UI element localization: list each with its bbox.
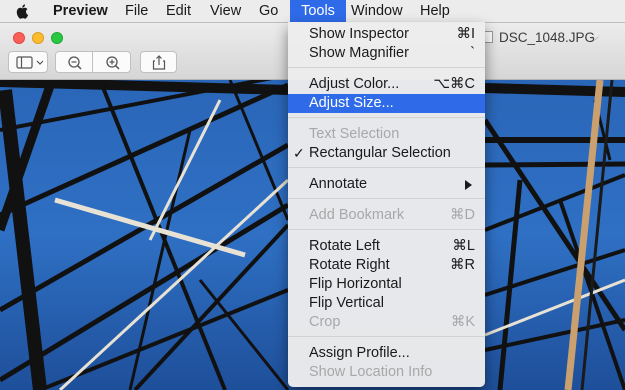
menu-item-label: Flip Vertical bbox=[309, 295, 384, 311]
menu-item-label: Adjust Size... bbox=[309, 95, 394, 111]
menu-item-show-inspector[interactable]: Show Inspector ⌘I bbox=[288, 25, 485, 44]
submenu-arrow-icon bbox=[465, 180, 472, 190]
menu-item-adjust-color[interactable]: Adjust Color... ⌥⌘C bbox=[288, 75, 485, 94]
chevron-down-icon[interactable]: ⌵ bbox=[592, 32, 599, 43]
menu-item-annotate[interactable]: Annotate bbox=[288, 175, 485, 194]
menu-item-label: Crop bbox=[309, 314, 341, 330]
menu-item-assign-profile[interactable]: Assign Profile... bbox=[288, 344, 485, 363]
menu-item-label: Adjust Color... bbox=[309, 76, 400, 92]
zoom-out-button[interactable] bbox=[55, 51, 93, 73]
menu-item-label: Add Bookmark bbox=[309, 207, 405, 223]
apple-logo-icon[interactable] bbox=[15, 3, 31, 19]
menu-item-shortcut: ⌘L bbox=[452, 238, 475, 254]
menu-item-text-selection: Text Selection bbox=[288, 125, 485, 144]
menu-go[interactable]: Go bbox=[251, 0, 286, 22]
menu-item-adjust-size[interactable]: Adjust Size... bbox=[288, 94, 485, 113]
menu-separator bbox=[288, 167, 485, 168]
menu-item-label: Show Inspector bbox=[309, 26, 409, 42]
checkmark-icon: ✓ bbox=[293, 145, 305, 161]
menu-item-label: Text Selection bbox=[309, 126, 400, 142]
menu-separator bbox=[288, 117, 485, 118]
menu-view[interactable]: View bbox=[202, 0, 249, 22]
menu-item-label: Annotate bbox=[309, 176, 368, 192]
share-icon bbox=[152, 55, 166, 70]
menu-item-label: Rotate Left bbox=[309, 238, 380, 254]
menu-item-shortcut: ⌥⌘C bbox=[433, 76, 475, 92]
menu-app-preview[interactable]: Preview bbox=[45, 0, 116, 22]
menu-item-show-location-info: Show Location Info bbox=[288, 363, 485, 382]
minimize-window-button[interactable] bbox=[32, 32, 44, 44]
menu-item-add-bookmark: Add Bookmark ⌘D bbox=[288, 206, 485, 225]
menu-item-flip-vertical[interactable]: Flip Vertical bbox=[288, 294, 485, 313]
menu-edit[interactable]: Edit bbox=[158, 0, 199, 22]
menu-item-rotate-left[interactable]: Rotate Left ⌘L bbox=[288, 237, 485, 256]
menu-tools[interactable]: Tools bbox=[290, 0, 346, 22]
menu-item-flip-horizontal[interactable]: Flip Horizontal bbox=[288, 275, 485, 294]
menu-window[interactable]: Window bbox=[343, 0, 411, 22]
menu-help[interactable]: Help bbox=[412, 0, 458, 22]
sidebar-view-button[interactable] bbox=[8, 51, 48, 73]
menu-separator bbox=[288, 67, 485, 68]
menu-item-rotate-right[interactable]: Rotate Right ⌘R bbox=[288, 256, 485, 275]
menu-bar: Preview File Edit View Go Tools Window H… bbox=[0, 0, 625, 23]
menu-item-label: Rotate Right bbox=[309, 257, 390, 273]
menu-separator bbox=[288, 336, 485, 337]
zoom-window-button[interactable] bbox=[51, 32, 63, 44]
menu-item-label: Rectangular Selection bbox=[309, 145, 451, 161]
menu-item-rectangular-selection[interactable]: ✓ Rectangular Selection bbox=[288, 144, 485, 163]
zoom-out-icon bbox=[68, 56, 82, 70]
menu-separator bbox=[288, 229, 485, 230]
menu-item-shortcut: ⌘D bbox=[450, 207, 475, 223]
menu-item-show-magnifier[interactable]: Show Magnifier ` bbox=[288, 44, 485, 63]
menu-item-shortcut: ⌘K bbox=[450, 314, 475, 330]
menu-item-shortcut: ⌘I bbox=[456, 26, 475, 42]
sidebar-icon bbox=[16, 56, 44, 69]
menu-item-shortcut: ⌘R bbox=[450, 257, 475, 273]
tools-menu: Show Inspector ⌘I Show Magnifier ` Adjus… bbox=[288, 22, 485, 387]
menu-separator bbox=[288, 198, 485, 199]
share-button[interactable] bbox=[140, 51, 177, 73]
zoom-in-button[interactable] bbox=[92, 51, 131, 73]
menu-item-label: Flip Horizontal bbox=[309, 276, 402, 292]
menu-item-label: Assign Profile... bbox=[309, 345, 410, 361]
zoom-in-icon bbox=[106, 56, 120, 70]
menu-item-crop: Crop ⌘K bbox=[288, 313, 485, 332]
document-title[interactable]: DSC_1048.JPG bbox=[499, 30, 595, 45]
document-icon bbox=[484, 31, 493, 43]
menu-item-label: Show Magnifier bbox=[309, 45, 409, 61]
menu-file[interactable]: File bbox=[117, 0, 156, 22]
menu-item-shortcut: ` bbox=[470, 45, 475, 61]
menu-item-label: Show Location Info bbox=[309, 364, 433, 380]
close-window-button[interactable] bbox=[13, 32, 25, 44]
